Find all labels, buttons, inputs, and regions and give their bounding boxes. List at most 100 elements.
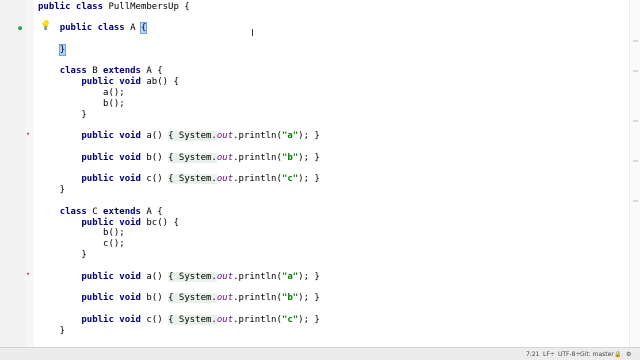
code-line[interactable]: 43	[34, 304, 630, 315]
code-token: out	[216, 131, 234, 142]
code-line[interactable]: 14 b();	[34, 99, 630, 110]
code-token: public class	[59, 23, 131, 34]
code-line[interactable]: 39	[34, 282, 630, 293]
code-text[interactable]: a();	[38, 88, 125, 99]
code-text[interactable]: public void a() { System.out.println("a"…	[38, 271, 320, 283]
code-token: PullMembersUp {	[108, 1, 190, 12]
code-token: public void	[81, 293, 147, 304]
override-icon[interactable]: ▾	[26, 271, 30, 278]
code-token: ); }	[298, 271, 320, 282]
code-token: public void	[81, 314, 147, 325]
code-text[interactable]: public void b() { System.out.println("b"…	[38, 152, 320, 164]
code-token: public void	[81, 174, 147, 185]
code-line[interactable]: 13 a();	[34, 88, 630, 99]
gear-icon[interactable]: ⚙	[626, 351, 631, 358]
code-token: .println(	[233, 174, 282, 185]
code-text[interactable]: class C extends A {	[38, 207, 163, 218]
code-line[interactable]: 35	[34, 261, 630, 272]
code-token: public class	[38, 1, 109, 12]
code-line[interactable]: 48	[34, 336, 630, 347]
code-text[interactable]: public void c() { System.out.println("c"…	[38, 174, 320, 185]
line-separator[interactable]: LF÷	[543, 351, 555, 358]
code-token: c()	[146, 314, 169, 325]
code-line[interactable]: 36 public void a() { System.out.println(…	[34, 271, 630, 283]
code-text[interactable]: }	[38, 110, 86, 121]
code-text[interactable]: public void a() { System.out.println("a"…	[38, 131, 320, 142]
code-text[interactable]: }	[38, 185, 65, 196]
code-text[interactable]: class B extends A {	[38, 66, 163, 77]
fold-column[interactable]	[26, 0, 34, 348]
code-text[interactable]: public class A {	[38, 22, 148, 35]
code-token: c();	[38, 239, 125, 250]
code-token: a()	[146, 131, 169, 142]
code-text[interactable]: public class PullMembersUp {	[38, 2, 190, 13]
code-token: }	[38, 249, 87, 260]
code-line[interactable]: 28 }	[34, 185, 630, 196]
code-text[interactable]: public void ab() {	[38, 77, 179, 88]
code-text[interactable]: b();	[38, 99, 125, 110]
code-line[interactable]: 6	[34, 12, 630, 23]
bulb-icon[interactable]: 💡	[40, 22, 51, 31]
code-editor[interactable]: 5public class PullMembersUp {67 public c…	[34, 0, 630, 348]
code-line[interactable]: 5public class PullMembersUp {	[34, 2, 630, 13]
code-token: ); }	[298, 314, 320, 325]
code-line[interactable]: 44 public void c() { System.out.println(…	[34, 314, 630, 326]
code-line[interactable]: 24	[34, 164, 630, 175]
code-text[interactable]: public void bc() {	[38, 218, 179, 229]
code-line[interactable]: 16	[34, 120, 630, 131]
code-line[interactable]: 17 public void a() { System.out.println(…	[34, 131, 630, 142]
code-token: C	[92, 206, 104, 217]
code-line[interactable]: 9 }	[34, 43, 630, 56]
code-line[interactable]: 7 public class A {	[34, 22, 630, 35]
code-token: .println(	[233, 131, 282, 142]
code-text[interactable]: c();	[38, 239, 125, 250]
file-encoding[interactable]: UTF-8÷	[558, 351, 581, 358]
override-icon[interactable]: ▾	[26, 131, 30, 138]
code-token: b();	[38, 98, 125, 109]
lock-icon[interactable]: 🔒	[614, 351, 621, 358]
code-token: ); }	[298, 293, 320, 304]
vertical-scrollbar[interactable]	[629, 0, 640, 348]
code-token: out	[216, 271, 234, 282]
code-line[interactable]: 30 class C extends A {	[34, 207, 630, 218]
code-line[interactable]: 10	[34, 56, 630, 67]
code-token: .println(	[233, 293, 282, 304]
code-token: out	[216, 314, 234, 325]
code-token: b();	[38, 228, 125, 239]
code-line[interactable]: 31 public void bc() {	[34, 218, 630, 229]
code-text[interactable]: public void c() { System.out.println("c"…	[38, 314, 320, 326]
code-line[interactable]: 40 public void b() { System.out.println(…	[34, 293, 630, 304]
code-line[interactable]: 33 c();	[34, 239, 630, 250]
code-token: B	[92, 66, 104, 77]
code-line[interactable]: 20	[34, 142, 630, 153]
code-text[interactable]: }	[38, 249, 87, 261]
code-token: "b"	[281, 152, 299, 163]
code-text[interactable]: }	[38, 43, 67, 56]
code-line[interactable]: 29	[34, 196, 630, 207]
implemented-icon[interactable]: ●	[18, 25, 22, 32]
code-line[interactable]: 47 }	[34, 326, 630, 337]
code-line[interactable]: 15 }	[34, 110, 630, 121]
code-token: A	[130, 23, 141, 34]
code-text[interactable]: public void b() { System.out.println("b"…	[38, 293, 320, 304]
code-line[interactable]: 8	[34, 34, 630, 45]
code-line[interactable]: 12 public void ab() {	[34, 77, 630, 88]
code-token: "c"	[281, 314, 299, 325]
code-token: "b"	[281, 293, 299, 304]
code-line[interactable]: 32 b();	[34, 228, 630, 239]
code-token: a()	[146, 271, 169, 282]
code-text[interactable]: b();	[38, 228, 125, 239]
code-token: .println(	[233, 314, 282, 325]
code-token: ab() {	[146, 77, 179, 88]
code-token: { System.	[168, 314, 217, 325]
code-line[interactable]: 11 class B extends A {	[34, 66, 630, 77]
code-line[interactable]: 34 }	[34, 250, 630, 261]
caret-position[interactable]: 7:21	[526, 351, 539, 358]
code-line[interactable]: 21 public void b() { System.out.println(…	[34, 152, 630, 164]
status-bar: 7:21 LF÷ UTF-8÷ Git: master ÷ 🔒 ⚙	[0, 347, 640, 360]
code-line[interactable]: 25 public void c() { System.out.println(…	[34, 174, 630, 185]
code-text[interactable]: }	[38, 326, 65, 337]
